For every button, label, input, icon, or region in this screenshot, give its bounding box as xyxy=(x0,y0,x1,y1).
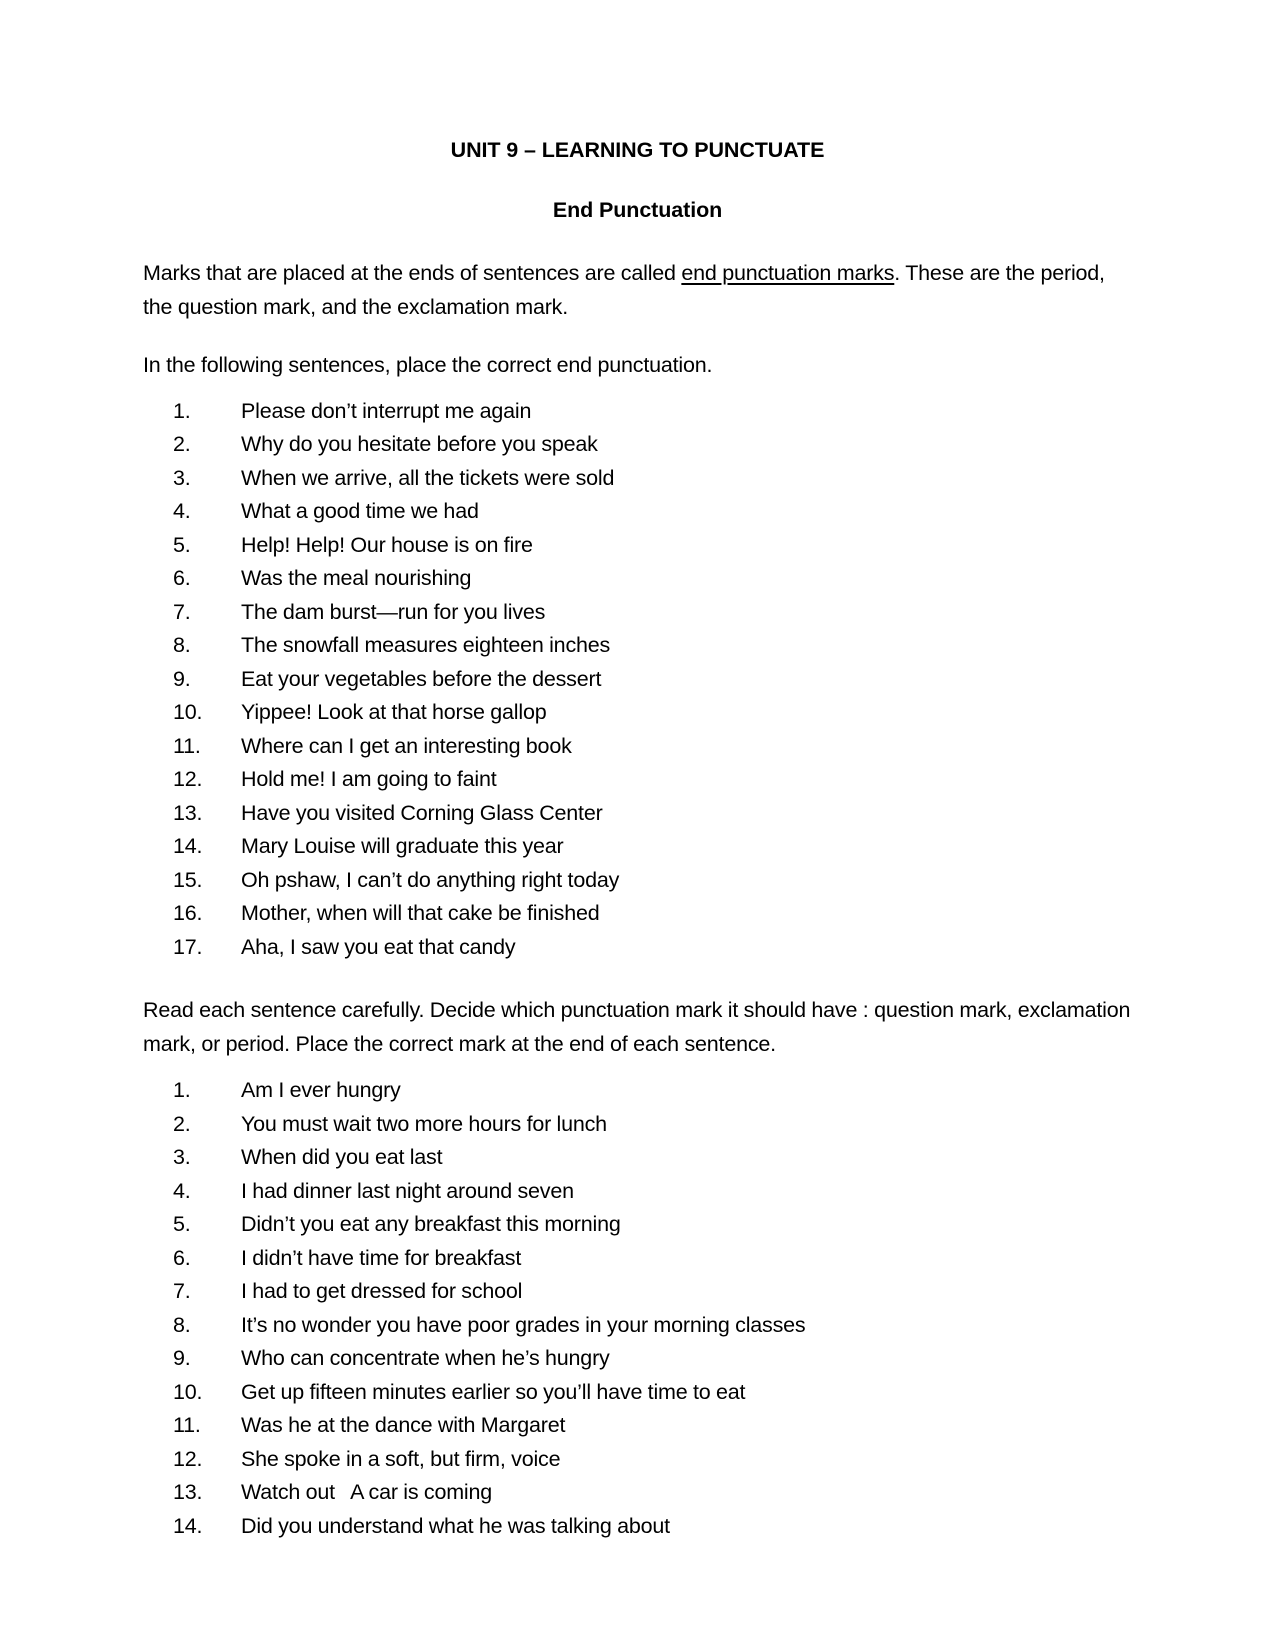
list-item: Didn’t you eat any breakfast this mornin… xyxy=(173,1212,621,1237)
list-item: What a good time we had xyxy=(173,499,479,524)
list-item: Aha, I saw you eat that candy xyxy=(173,934,516,959)
list-item: Yippee! Look at that horse gallop xyxy=(173,700,547,725)
list-item: Was he at the dance with Margaret xyxy=(173,1413,566,1438)
list-item: I had dinner last night around seven xyxy=(173,1178,574,1203)
list-item: The dam burst—run for you lives xyxy=(173,599,546,624)
list-item: Get up fifteen minutes earlier so you’ll… xyxy=(173,1379,746,1404)
list-item: Why do you hesitate before you speak xyxy=(173,432,598,457)
list-item: It’s no wonder you have poor grades in y… xyxy=(173,1312,806,1337)
list-item: Oh pshaw, I can’t do anything right toda… xyxy=(173,867,620,892)
list-item: Eat your vegetables before the dessert xyxy=(173,666,602,691)
exercise-two-list: Am I ever hungry You must wait two more h… xyxy=(143,1080,1132,1537)
page-title: UNIT 9 – LEARNING TO PUNCTUATE xyxy=(450,138,825,162)
list-item: Who can concentrate when he’s hungry xyxy=(173,1346,610,1371)
list-item: Have you visited Corning Glass Center xyxy=(173,800,603,825)
list-item: When did you eat last xyxy=(173,1145,443,1170)
list-item: Please don’t interrupt me again xyxy=(173,398,532,423)
exercise-one-list: Please don’t interrupt me again Why do yo… xyxy=(143,398,1132,959)
list-item: Did you understand what he was talking a… xyxy=(173,1513,670,1538)
list-item: Am I ever hungry xyxy=(173,1078,401,1103)
instruction-two: Read each sentence carefully. Decide whi… xyxy=(143,998,1131,1057)
intro-text-before: Marks that are placed at the ends of sen… xyxy=(143,261,682,285)
list-item: Help! Help! Our house is on fire xyxy=(173,532,533,557)
list-item: The snowfall measures eighteen inches xyxy=(173,633,611,658)
list-item: I had to get dressed for school xyxy=(173,1279,523,1304)
instruction-one: In the following sentences, place the co… xyxy=(143,352,713,377)
list-item: Hold me! I am going to faint xyxy=(173,767,497,792)
document-page: UNIT 9 – LEARNING TO PUNCTUATE End Punct… xyxy=(0,0,1275,1650)
underlined-term: end punctuation marks xyxy=(681,261,895,285)
list-item: You must wait two more hours for lunch xyxy=(173,1111,607,1136)
list-item: She spoke in a soft, but firm, voice xyxy=(173,1446,561,1471)
list-item: Was the meal nourishing xyxy=(173,566,472,591)
list-item: Watch out A car is coming xyxy=(173,1480,493,1505)
list-item: Where can I get an interesting book xyxy=(173,733,572,758)
intro-paragraph: Marks that are placed at the ends of sen… xyxy=(143,257,1132,325)
page-subtitle: End Punctuation xyxy=(552,197,723,222)
list-item: When we arrive, all the tickets were sol… xyxy=(173,465,615,490)
list-item: Mary Louise will graduate this year xyxy=(173,834,564,859)
list-item: I didn’t have time for breakfast xyxy=(173,1245,522,1270)
list-item: Mother, when will that cake be finished xyxy=(173,901,600,926)
